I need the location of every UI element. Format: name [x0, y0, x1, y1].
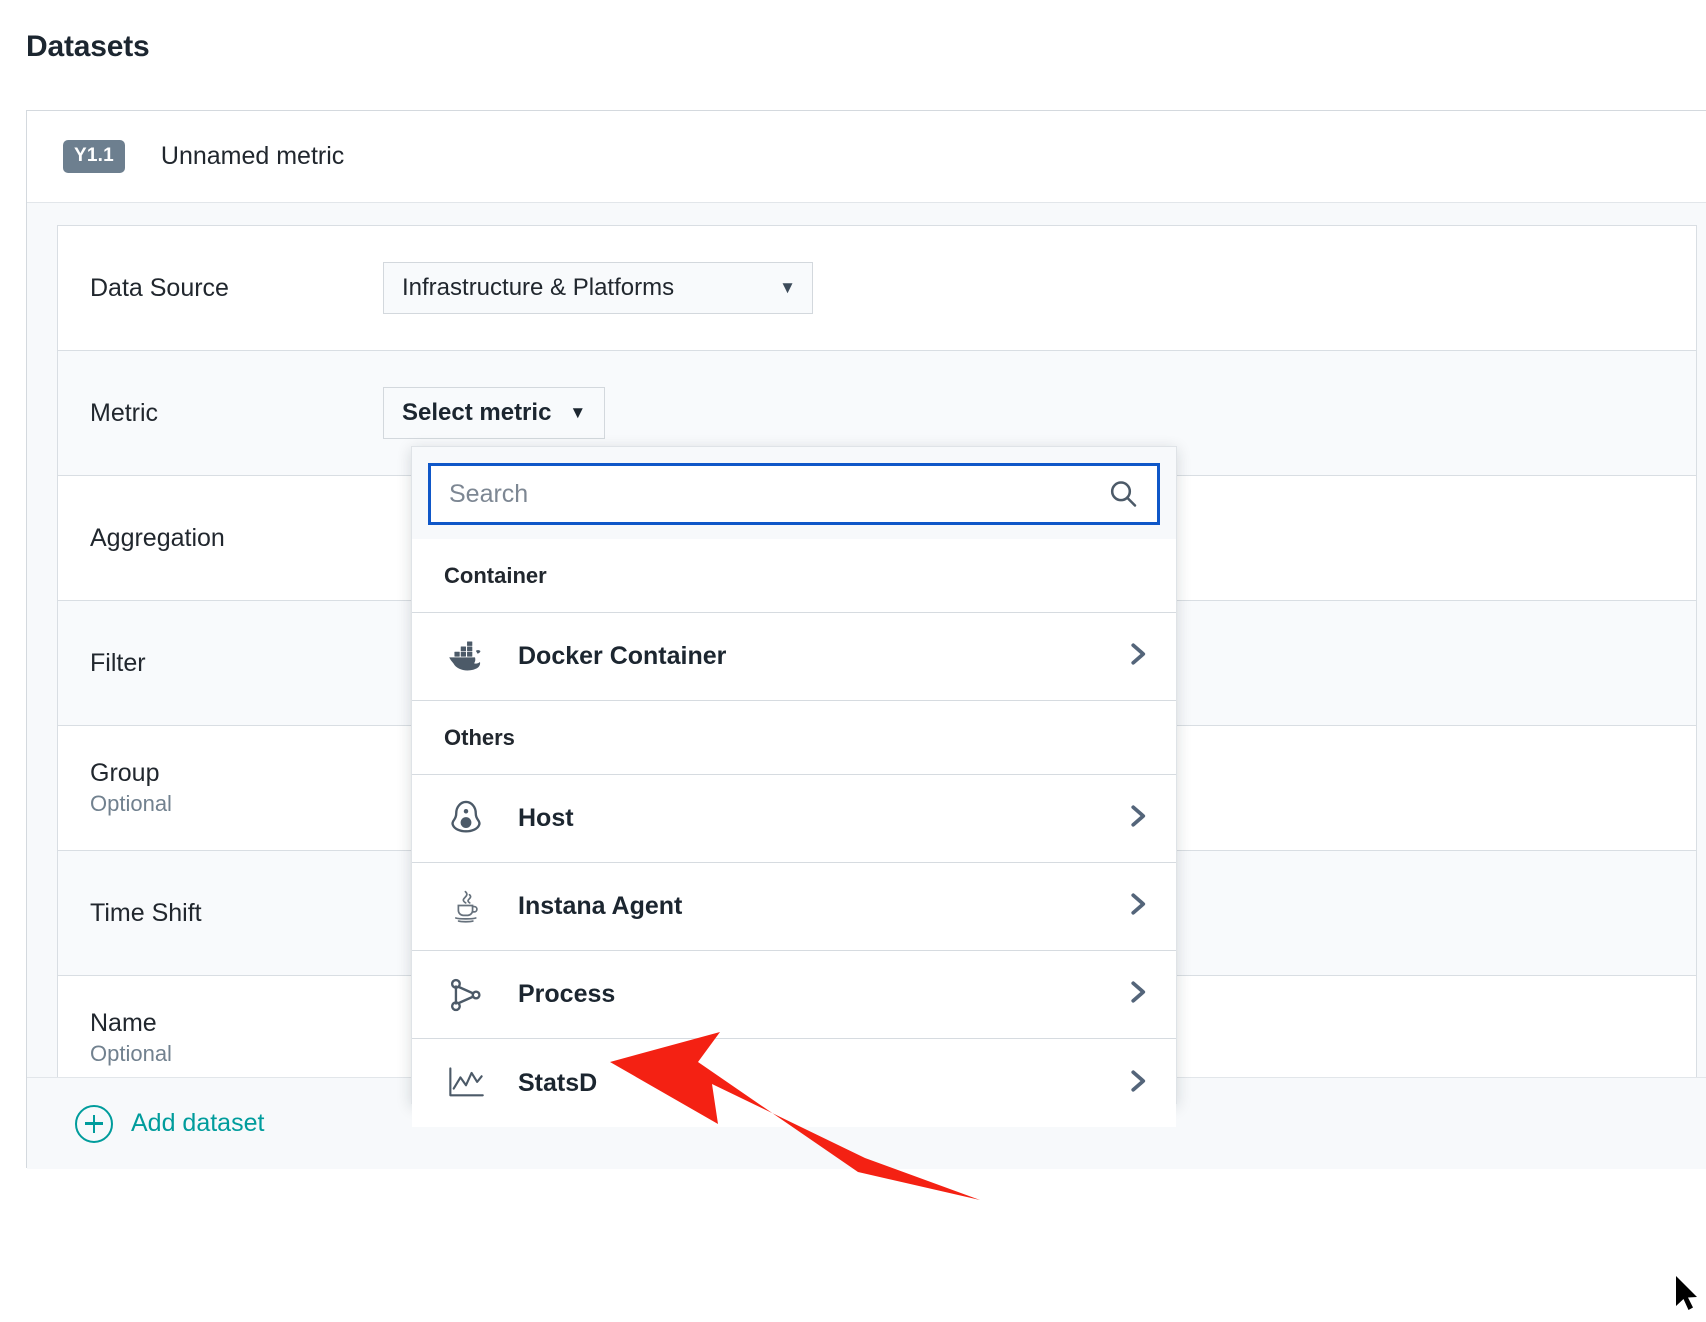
chevron-right-icon[interactable]: [1122, 977, 1152, 1012]
mouse-pointer: [1676, 1276, 1702, 1316]
host-icon: [444, 799, 488, 839]
row-label-name-optional: Optional: [90, 1041, 383, 1066]
row-label-metric: Metric: [58, 399, 383, 428]
dropdown-group-header-others: Others: [412, 701, 1176, 775]
datasets-page: Datasets Y1.1 Unnamed metric Data Source…: [0, 0, 1706, 1322]
dropdown-item-label: Instana Agent: [518, 892, 1122, 921]
row-label-group-optional: Optional: [90, 791, 383, 816]
chevron-right-icon[interactable]: [1122, 639, 1152, 674]
metric-dropdown-popover: Container Docker Container: [411, 446, 1177, 1104]
dataset-axis-badge: Y1.1: [63, 140, 125, 173]
metric-search-input[interactable]: [431, 466, 1157, 522]
chevron-right-icon[interactable]: [1122, 1066, 1152, 1101]
data-source-value: Infrastructure & Platforms: [402, 274, 674, 302]
row-label-name-text: Name: [90, 1009, 157, 1037]
row-label-group-text: Group: [90, 759, 159, 787]
row-label-data-source: Data Source: [58, 274, 383, 303]
row-control-data-source: Infrastructure & Platforms ▼: [383, 262, 813, 314]
page-title: Datasets: [26, 30, 149, 64]
add-dataset-button[interactable]: Add dataset: [75, 1105, 264, 1143]
row-control-metric: Select metric ▼: [383, 387, 605, 439]
row-label-filter: Filter: [58, 649, 383, 678]
dropdown-item-instana-agent[interactable]: Instana Agent: [412, 863, 1176, 951]
dropdown-item-label: Docker Container: [518, 642, 1122, 671]
data-source-select[interactable]: Infrastructure & Platforms ▼: [383, 262, 813, 314]
dropdown-item-process[interactable]: Process: [412, 951, 1176, 1039]
select-metric-label: Select metric: [402, 399, 551, 427]
docker-whale-icon: [444, 637, 488, 677]
select-metric-button[interactable]: Select metric ▼: [383, 387, 605, 439]
dropdown-item-host[interactable]: Host: [412, 775, 1176, 863]
dataset-header: Y1.1 Unnamed metric: [27, 111, 1706, 203]
java-coffee-cup-icon: [444, 887, 488, 927]
add-dataset-label: Add dataset: [131, 1109, 264, 1138]
row-label-name: Name Optional: [58, 1009, 383, 1066]
dropdown-item-docker-container[interactable]: Docker Container: [412, 613, 1176, 701]
dropdown-group-header-container: Container: [412, 539, 1176, 613]
dropdown-item-statsd[interactable]: StatsD: [412, 1039, 1176, 1127]
dropdown-search-container: [412, 447, 1176, 539]
dropdown-item-label: StatsD: [518, 1069, 1122, 1098]
search-icon[interactable]: [1107, 478, 1139, 510]
line-chart-icon: [444, 1063, 488, 1103]
dropdown-item-label: Host: [518, 804, 1122, 833]
chevron-right-icon[interactable]: [1122, 801, 1152, 836]
dropdown-item-label: Process: [518, 980, 1122, 1009]
chevron-right-icon[interactable]: [1122, 889, 1152, 924]
row-label-aggregation: Aggregation: [58, 524, 383, 553]
chevron-down-icon: ▼: [569, 403, 586, 423]
dataset-name[interactable]: Unnamed metric: [161, 142, 344, 171]
metric-search-box[interactable]: [428, 463, 1160, 525]
chevron-down-icon: ▼: [779, 278, 796, 298]
process-graph-icon: [444, 975, 488, 1015]
row-label-time-shift: Time Shift: [58, 899, 383, 928]
plus-circle-icon: [75, 1105, 113, 1143]
form-row-data-source: Data Source Infrastructure & Platforms ▼: [57, 225, 1697, 350]
row-label-group: Group Optional: [58, 759, 383, 816]
